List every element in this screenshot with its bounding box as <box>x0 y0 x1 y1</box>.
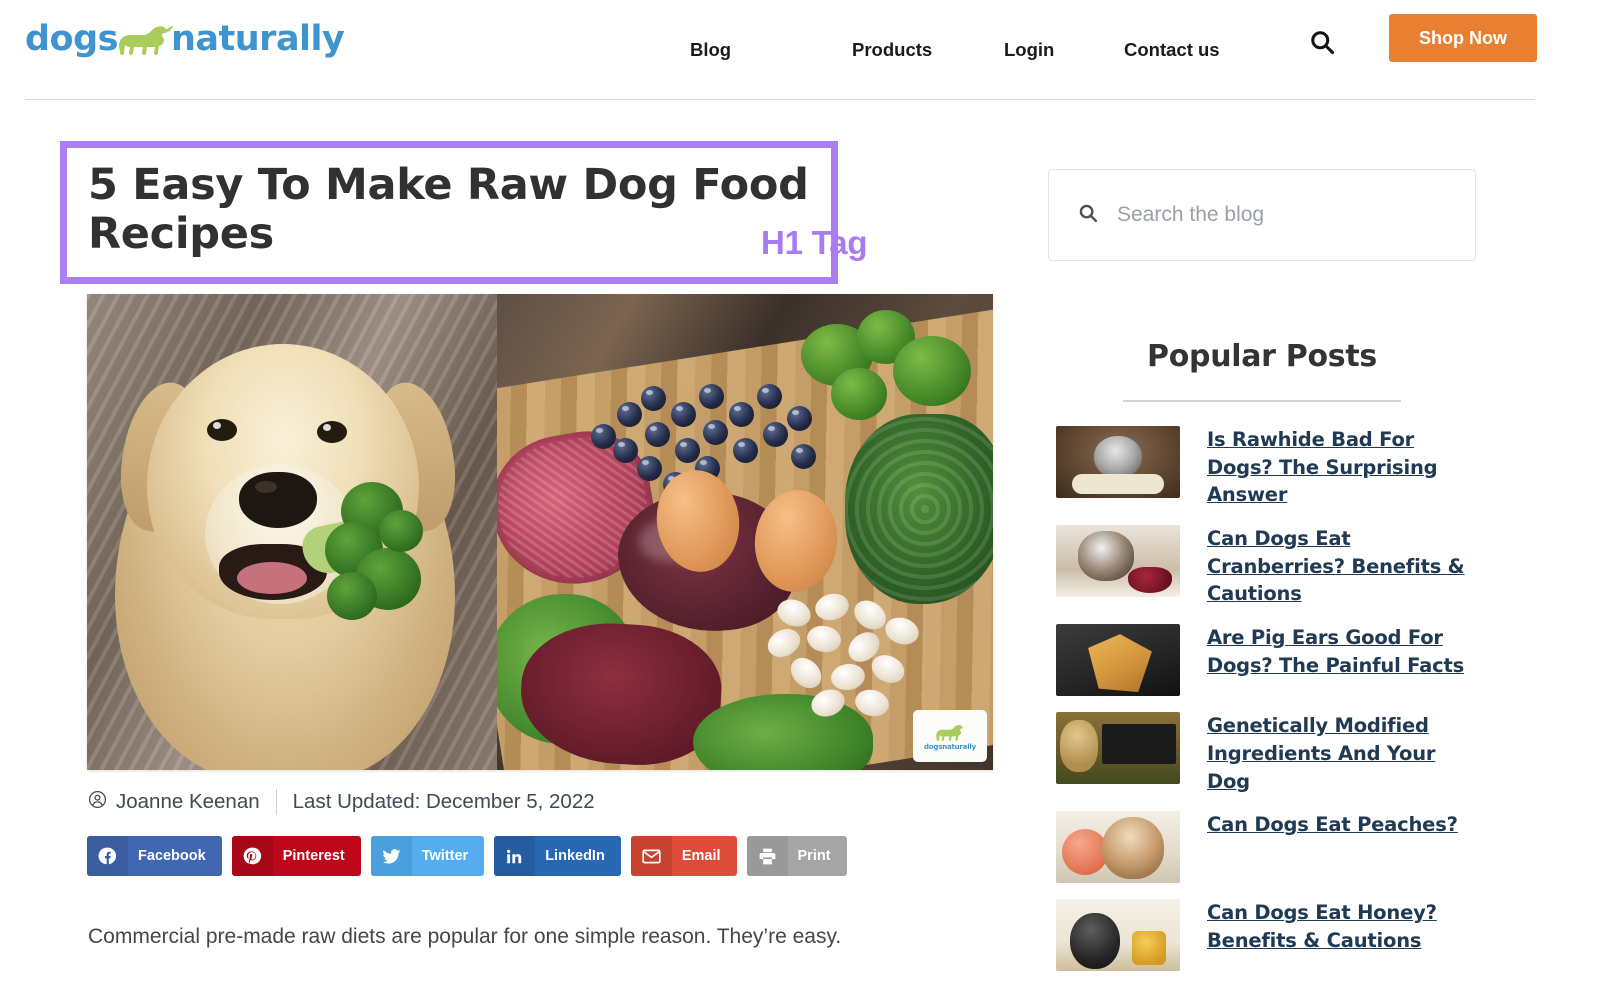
byline: Joanne Keenan Last Updated: December 5, … <box>88 789 595 815</box>
kale-leaves <box>845 414 993 604</box>
share-email-label: Email <box>681 848 721 864</box>
popular-post-link[interactable]: Genetically Modified Ingredients And You… <box>1207 712 1476 795</box>
popular-post-link[interactable]: Is Rawhide Bad For Dogs? The Surprising … <box>1207 426 1476 509</box>
article-author: Joanne Keenan <box>88 790 260 815</box>
share-buttons: Facebook Pinterest Twitter LinkedIn Emai… <box>87 836 847 876</box>
watermark-text: dogsnaturally <box>924 742 976 751</box>
logo-text-dogs: dogs <box>25 18 119 59</box>
logo-text-naturally: naturally <box>171 18 345 59</box>
popular-posts-divider <box>1123 400 1401 402</box>
share-twitter-label: Twitter <box>421 848 469 864</box>
popular-post-link[interactable]: Can Dogs Eat Peaches? <box>1207 811 1458 839</box>
blog-search-box[interactable] <box>1048 169 1476 261</box>
last-updated: Last Updated: December 5, 2022 <box>292 790 595 813</box>
nav-item-contact-us[interactable]: Contact us <box>1124 39 1244 61</box>
facebook-icon <box>87 836 128 876</box>
list-item[interactable]: Is Rawhide Bad For Dogs? The Surprising … <box>1056 426 1476 509</box>
share-facebook-button[interactable]: Facebook <box>87 836 222 876</box>
share-email-button[interactable]: Email <box>630 836 737 876</box>
site-logo[interactable]: dogs naturally <box>25 17 345 61</box>
nav-item-login[interactable]: Login <box>1004 39 1124 61</box>
dog-with-cranberries-thumb <box>1056 525 1180 598</box>
popular-post-link[interactable]: Can Dogs Eat Honey? Benefits & Cautions <box>1207 899 1476 954</box>
image-watermark: dogsnaturally <box>913 710 987 762</box>
pinterest-icon <box>231 836 273 876</box>
share-twitter-button[interactable]: Twitter <box>370 836 485 876</box>
share-linkedin-label: LinkedIn <box>545 848 605 864</box>
share-print-button[interactable]: Print <box>746 836 847 876</box>
page-root: dogs naturally Blog Products Login Conta… <box>0 0 1600 998</box>
popular-posts-heading: Popular Posts <box>1147 339 1377 374</box>
corgi-with-peaches-thumb <box>1056 811 1180 884</box>
share-pinterest-label: Pinterest <box>282 848 345 864</box>
search-icon[interactable] <box>1302 22 1342 62</box>
share-pinterest-button[interactable]: Pinterest <box>231 836 361 876</box>
share-linkedin-button[interactable]: LinkedIn <box>494 836 621 876</box>
linkedin-icon <box>494 836 536 876</box>
nav-item-products[interactable]: Products <box>852 39 1004 61</box>
dog-with-honey-thumb <box>1056 899 1180 972</box>
search-input[interactable] <box>1117 203 1447 227</box>
list-item[interactable]: Can Dogs Eat Cranberries? Benefits & Cau… <box>1056 525 1476 608</box>
popular-post-link[interactable]: Can Dogs Eat Cranberries? Benefits & Cau… <box>1207 525 1476 608</box>
dog-silhouette-icon <box>115 21 173 57</box>
hero-image: dogsnaturally <box>87 294 993 770</box>
shop-now-button[interactable]: Shop Now <box>1389 14 1537 62</box>
header-divider <box>25 99 1535 100</box>
list-item[interactable]: Are Pig Ears Good For Dogs? The Painful … <box>1056 624 1476 697</box>
site-header: dogs naturally Blog Products Login Conta… <box>0 0 1600 99</box>
envelope-icon <box>630 836 672 876</box>
search-icon <box>1077 202 1099 229</box>
dog-with-rawhide-bone-thumb <box>1056 426 1180 498</box>
dog-in-corn-field-thumb <box>1056 712 1180 785</box>
byline-divider <box>275 789 277 815</box>
main-nav: Blog Products Login Contact us <box>690 0 1244 99</box>
printer-icon <box>746 836 788 876</box>
h1-annotation-label: H1 Tag <box>761 224 868 261</box>
share-print-label: Print <box>797 848 831 864</box>
list-item[interactable]: Can Dogs Eat Peaches? <box>1056 811 1476 884</box>
author-name: Joanne Keenan <box>116 790 260 813</box>
list-item[interactable]: Genetically Modified Ingredients And You… <box>1056 712 1476 795</box>
popular-post-link[interactable]: Are Pig Ears Good For Dogs? The Painful … <box>1207 624 1476 679</box>
hero-raw-food-photo: dogsnaturally <box>497 294 993 770</box>
list-item[interactable]: Can Dogs Eat Honey? Benefits & Cautions <box>1056 899 1476 972</box>
share-facebook-label: Facebook <box>138 848 206 864</box>
popular-posts-list: Is Rawhide Bad For Dogs? The Surprising … <box>1056 426 1476 987</box>
user-circle-icon <box>88 790 107 815</box>
nav-item-blog[interactable]: Blog <box>690 39 852 61</box>
page-title: 5 Easy To Make Raw Dog Food Recipes <box>88 160 809 260</box>
pig-ears-chalkboard-thumb <box>1056 624 1180 697</box>
article-paragraph: Commercial pre-made raw diets are popula… <box>88 925 842 948</box>
broccoli-in-mouth <box>297 476 427 646</box>
mushroom-slices <box>762 590 937 722</box>
hero-dog-photo <box>87 294 497 770</box>
twitter-icon <box>370 836 412 876</box>
